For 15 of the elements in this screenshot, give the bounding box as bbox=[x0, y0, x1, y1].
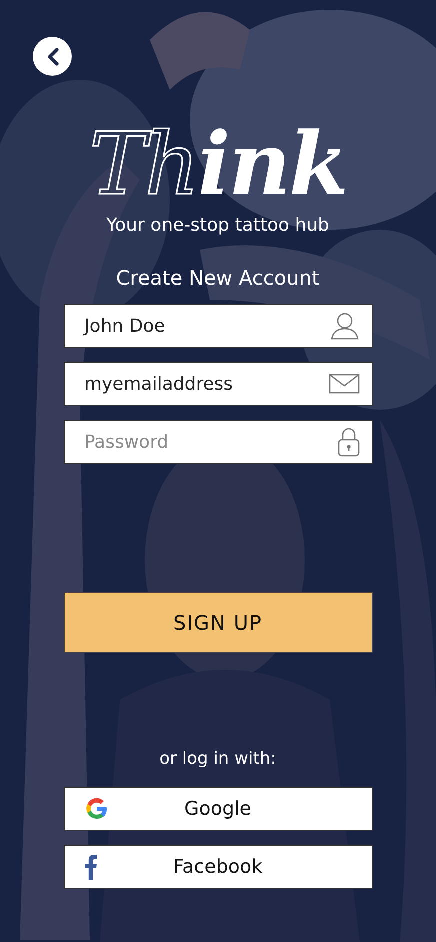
tagline: Your one-stop tattoo hub bbox=[106, 215, 330, 236]
sign-up-button[interactable]: SIGN UP bbox=[64, 592, 372, 653]
back-icon bbox=[46, 48, 60, 66]
facebook-button[interactable]: Facebook bbox=[64, 845, 372, 889]
input-field[interactable]: John Doe bbox=[64, 304, 372, 348]
login-prompt: or log in with: bbox=[160, 749, 276, 769]
facebook-icon bbox=[84, 854, 96, 880]
mail-icon bbox=[328, 374, 360, 394]
input-field[interactable]: myemailaddress bbox=[64, 362, 372, 406]
lock-icon bbox=[338, 427, 360, 457]
user-icon bbox=[330, 312, 360, 340]
form-title: Create New Account bbox=[116, 266, 320, 290]
logo: Think bbox=[89, 117, 347, 213]
google-icon bbox=[84, 797, 108, 821]
google-button[interactable]: Google bbox=[64, 787, 372, 831]
